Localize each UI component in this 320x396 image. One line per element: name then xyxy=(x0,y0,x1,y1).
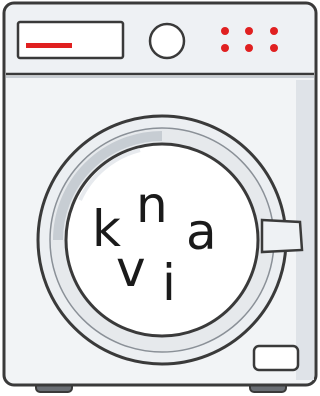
display-red-indicator xyxy=(26,43,72,48)
drum-letter-v: v xyxy=(116,240,146,298)
drum-letter-i: i xyxy=(162,254,176,312)
drum-letter-n: n xyxy=(136,176,168,234)
washing-machine-illustration: k n a v i xyxy=(0,0,320,396)
display-window-icon xyxy=(16,20,125,60)
detergent-drawer-icon[interactable] xyxy=(252,344,300,372)
program-dial-icon[interactable] xyxy=(148,22,186,60)
indicator-light xyxy=(270,44,278,52)
indicator-light xyxy=(221,27,229,35)
door-handle-icon[interactable] xyxy=(260,218,304,254)
washing-machine-drawing: k n a v i xyxy=(2,1,318,393)
indicator-light xyxy=(221,44,229,52)
drum-letter-a: a xyxy=(186,203,217,261)
indicator-light xyxy=(270,27,278,35)
indicator-light xyxy=(245,44,253,52)
indicator-light xyxy=(245,27,253,35)
